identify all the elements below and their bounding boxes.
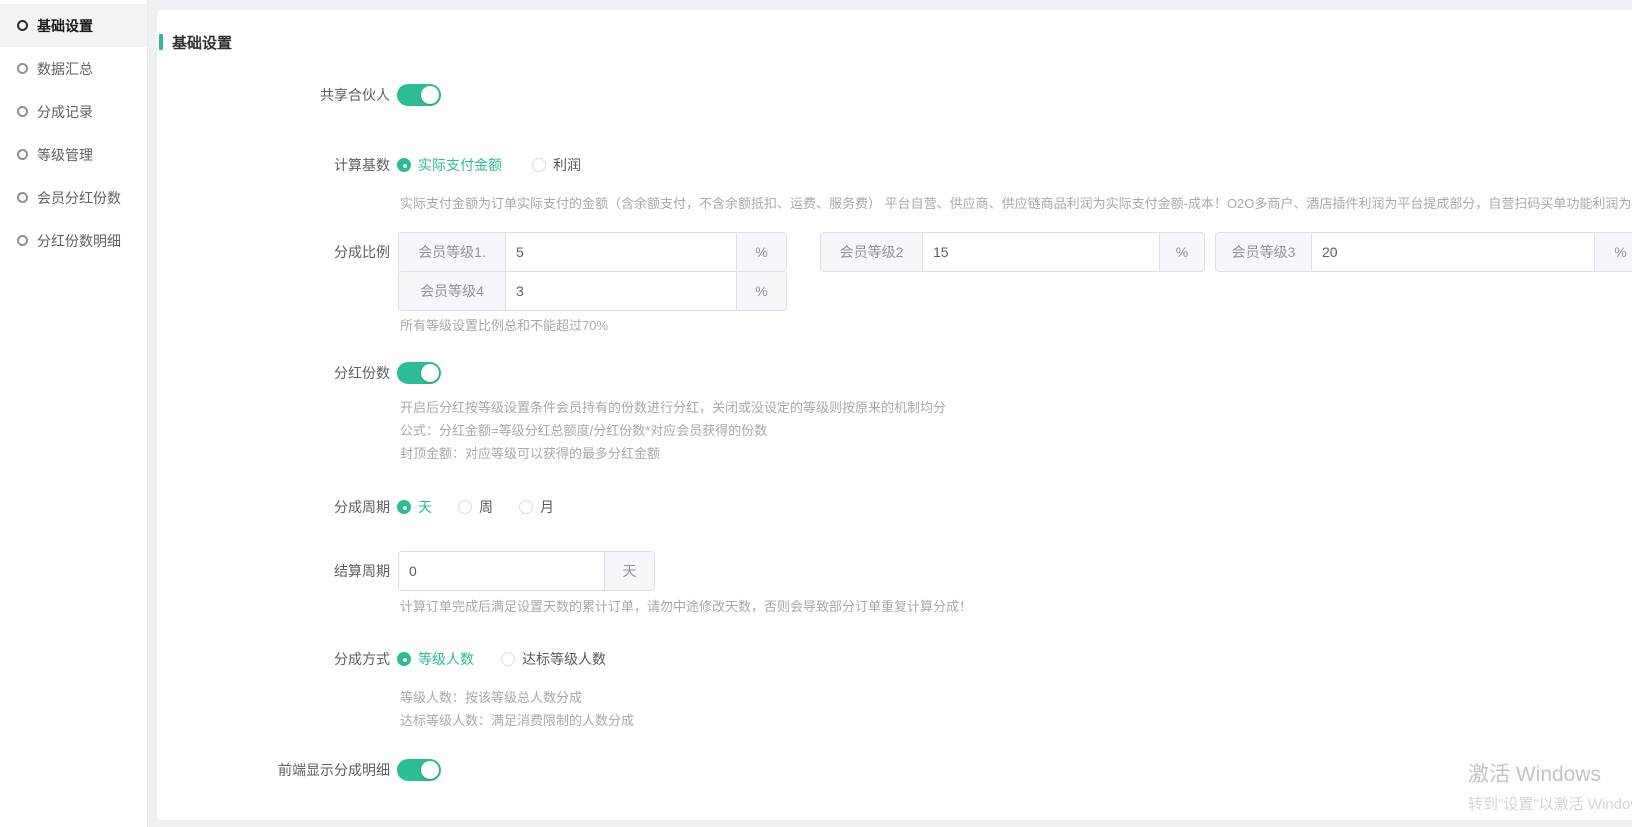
ratio-field-prefix: 会员等级2 [821,233,923,271]
radio-icon [519,500,533,514]
percent-suffix: % [736,272,786,310]
radio-qualified-level-headcount[interactable]: 达标等级人数 [501,649,606,669]
radio-day[interactable]: 天 [397,497,434,517]
front-display-toggle[interactable] [397,759,441,781]
radio-level-headcount[interactable]: 等级人数 [397,649,478,669]
front-display-row: 前端显示分成明细 [157,759,1632,781]
sidebar-item-share-records[interactable]: 分成记录 [0,90,147,133]
ratio-input-level1[interactable] [506,233,736,271]
dividend-shares-description-1: 开启后分红按等级设置条件会员持有的份数进行分红，关闭或没设定的等级则按原来的机制… [400,397,946,416]
settle-cycle-label: 结算周期 [157,551,390,591]
ratio-field-prefix: 会员等级1. [399,233,506,271]
radio-icon [397,500,411,514]
radio-label: 等级人数 [418,649,478,669]
radio-icon [458,500,472,514]
settle-cycle-row: 结算周期 天 [157,551,1632,591]
sidebar-item-level-management[interactable]: 等级管理 [0,133,147,176]
calc-base-label: 计算基数 [157,153,390,177]
ratio-note: 所有等级设置比例总和不能超过70% [400,315,608,334]
method-description-2: 达标等级人数：满足消费限制的人数分成 [400,710,634,729]
percent-suffix: % [1159,233,1204,271]
sidebar-item-member-dividend-shares[interactable]: 会员分红份数 [0,176,147,219]
radio-label: 月 [540,497,554,517]
sidebar-item-data-summary[interactable]: 数据汇总 [0,47,147,90]
cycle-label: 分成周期 [157,495,390,519]
radio-label: 利润 [553,155,581,175]
circle-icon [17,106,28,117]
ratio-row-2: 会员等级4 % [157,271,1632,311]
circle-icon [17,20,28,31]
toggle-knob-icon [421,364,439,382]
ratio-field-prefix: 会员等级3 [1216,233,1312,271]
radio-icon [532,158,546,172]
ratio-field-level3: 会员等级3 % [1215,232,1632,272]
ratio-label: 分成比例 [157,232,390,272]
share-partner-row: 共享合伙人 [157,84,1632,106]
radio-month[interactable]: 月 [519,497,554,517]
day-suffix: 天 [604,552,654,590]
sidebar: 基础设置 数据汇总 分成记录 等级管理 会员分红份数 分红份数明细 [0,0,148,827]
settle-cycle-field: 天 [398,551,655,591]
settle-cycle-input[interactable] [399,552,604,590]
dividend-shares-row: 分红份数 [157,362,1632,384]
toggle-knob-icon [421,761,439,779]
radio-label: 周 [479,497,495,517]
sidebar-item-label: 等级管理 [37,145,93,165]
method-description-1: 等级人数：按该等级总人数分成 [400,687,582,706]
percent-suffix: % [736,233,786,271]
calc-base-row: 计算基数 实际支付金额 利润 [157,153,1632,177]
accent-bar-icon [159,34,163,50]
ratio-field-level2: 会员等级2 % [820,232,1205,272]
radio-label: 实际支付金额 [418,155,518,175]
radio-icon [397,158,411,172]
radio-actual-paid-amount[interactable]: 实际支付金额 [397,155,518,175]
ratio-field-prefix: 会员等级4 [399,272,506,310]
dividend-shares-label: 分红份数 [157,362,390,384]
circle-icon [17,235,28,246]
dividend-shares-description-3: 封顶金额：对应等级可以获得的最多分红金额 [400,443,660,462]
sidebar-item-dividend-share-details[interactable]: 分红份数明细 [0,219,147,262]
radio-label: 天 [418,497,434,517]
sidebar-item-label: 分成记录 [37,102,93,122]
screen: 基础设置 数据汇总 分成记录 等级管理 会员分红份数 分红份数明细 基础设置 [0,0,1632,827]
sidebar-item-basic-settings[interactable]: 基础设置 [0,4,147,47]
page-title: 基础设置 [172,32,232,53]
card-header: 基础设置 [159,33,232,51]
radio-profit[interactable]: 利润 [532,155,581,175]
settings-card: 基础设置 共享合伙人 计算基数 实际支付金额 利润 实际支付金额 [157,10,1632,820]
radio-label: 达标等级人数 [522,649,606,669]
ratio-row-1: 分成比例 会员等级1. % 会员等级2 % 会员等级3 % [157,232,1632,272]
share-partner-label: 共享合伙人 [157,84,390,106]
circle-icon [17,149,28,160]
toggle-knob-icon [421,86,439,104]
ratio-input-level3[interactable] [1312,233,1594,271]
ratio-input-level2[interactable] [923,233,1159,271]
calc-base-description: 实际支付金额为订单实际支付的金额（含余额支付，不含余额抵扣、运费、服务费） 平台… [400,193,1632,212]
cycle-row: 分成周期 天 周 月 [157,495,1632,519]
front-display-label: 前端显示分成明细 [157,759,390,781]
radio-icon [397,652,411,666]
radio-week[interactable]: 周 [458,497,495,517]
sidebar-item-label: 会员分红份数 [37,188,121,208]
method-row: 分成方式 等级人数 达标等级人数 [157,647,1632,671]
sidebar-item-label: 分红份数明细 [37,231,121,251]
method-label: 分成方式 [157,647,390,671]
circle-icon [17,63,28,74]
radio-icon [501,652,515,666]
ratio-input-level4[interactable] [506,272,736,310]
dividend-shares-toggle[interactable] [397,362,441,384]
settle-cycle-note: 计算订单完成后满足设置天数的累计订单，请勿中途修改天数，否则会导致部分订单重复计… [400,596,972,615]
sidebar-item-label: 数据汇总 [37,59,93,79]
ratio-field-level1: 会员等级1. % [398,232,787,272]
share-partner-toggle[interactable] [397,84,441,106]
dividend-shares-description-2: 公式：分红金额=等级分红总额度/分红份数*对应会员获得的份数 [400,420,767,439]
sidebar-item-label: 基础设置 [37,16,93,36]
ratio-field-level4: 会员等级4 % [398,271,787,311]
circle-icon [17,192,28,203]
percent-suffix: % [1594,233,1632,271]
